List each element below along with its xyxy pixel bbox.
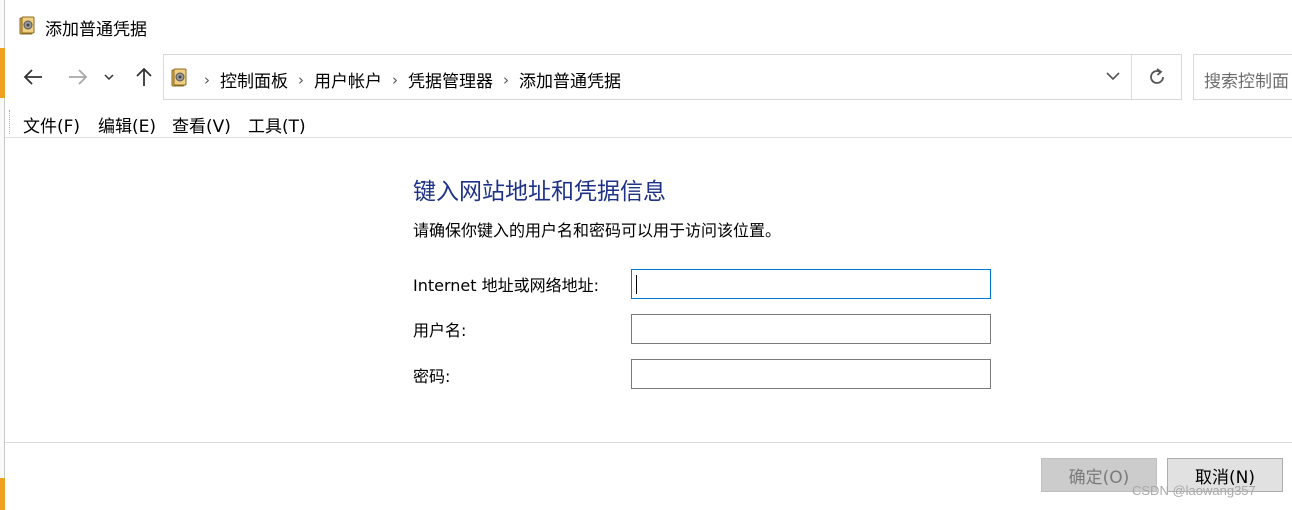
- breadcrumb-add-generic-credential[interactable]: 添加普通凭据: [519, 67, 621, 92]
- chevron-right-icon[interactable]: ›: [392, 71, 398, 89]
- credential-dialog-window: 添加普通凭据 › 控制面板 › 用户帐户 › 凭据管理器 › 添加普通凭据 搜索…: [5, 0, 1292, 510]
- breadcrumb-control-panel[interactable]: 控制面板: [220, 67, 288, 92]
- form-panel: 键入网站地址和凭据信息 请确保你键入的用户名和密码可以用于访问该位置。 Inte…: [5, 139, 1292, 442]
- arrow-up-icon: [136, 67, 152, 86]
- menu-file[interactable]: 文件(F): [23, 112, 80, 137]
- navigation-bar: › 控制面板 › 用户帐户 › 凭据管理器 › 添加普通凭据 搜索控制面: [5, 52, 1292, 100]
- chevron-right-icon[interactable]: ›: [298, 71, 304, 89]
- password-label: 密码:: [413, 367, 451, 386]
- arrow-left-icon: [23, 69, 42, 85]
- search-placeholder[interactable]: 搜索控制面: [1204, 67, 1289, 92]
- menu-bar: 文件(F) 编辑(E) 查看(V) 工具(T): [5, 104, 1292, 138]
- refresh-button[interactable]: [1132, 54, 1182, 100]
- page-title: 键入网站地址和凭据信息: [413, 179, 666, 205]
- internet-address-input[interactable]: [631, 269, 991, 299]
- chevron-down-icon: [104, 74, 114, 81]
- forward-button[interactable]: [65, 65, 91, 89]
- window-title: 添加普通凭据: [45, 20, 147, 40]
- footer-divider: [5, 442, 1292, 443]
- recent-locations-button[interactable]: [101, 65, 117, 89]
- breadcrumb-credential-manager[interactable]: 凭据管理器: [408, 67, 493, 92]
- breadcrumb-user-accounts[interactable]: 用户帐户: [314, 67, 382, 92]
- credential-manager-icon: [19, 16, 35, 35]
- username-label: 用户名:: [413, 321, 467, 340]
- arrow-right-icon: [69, 69, 88, 85]
- internet-address-label: Internet 地址或网络地址:: [413, 276, 600, 295]
- username-input[interactable]: [631, 314, 991, 344]
- up-button[interactable]: [131, 65, 157, 89]
- menu-tools[interactable]: 工具(T): [248, 112, 306, 137]
- page-description: 请确保你键入的用户名和密码可以用于访问该位置。: [413, 221, 782, 240]
- text-caret: [636, 275, 637, 294]
- search-box[interactable]: 搜索控制面: [1193, 54, 1292, 100]
- menu-view[interactable]: 查看(V): [172, 112, 231, 137]
- address-bar[interactable]: › 控制面板 › 用户帐户 › 凭据管理器 › 添加普通凭据: [163, 54, 1132, 100]
- chevron-down-icon: [1106, 72, 1120, 81]
- refresh-icon: [1149, 68, 1164, 84]
- breadcrumb: › 控制面板 › 用户帐户 › 凭据管理器 › 添加普通凭据: [194, 67, 621, 93]
- back-button[interactable]: [20, 65, 46, 89]
- menu-edit[interactable]: 编辑(E): [98, 112, 156, 137]
- watermark: CSDN @laowang357: [1132, 483, 1256, 498]
- password-input[interactable]: [631, 359, 991, 389]
- title-bar: 添加普通凭据: [5, 0, 1292, 52]
- chevron-right-icon[interactable]: ›: [503, 71, 509, 89]
- chevron-right-icon[interactable]: ›: [204, 71, 210, 89]
- address-dropdown-button[interactable]: [1103, 67, 1123, 87]
- menu-grip: [9, 110, 11, 134]
- credential-manager-icon: [171, 68, 187, 87]
